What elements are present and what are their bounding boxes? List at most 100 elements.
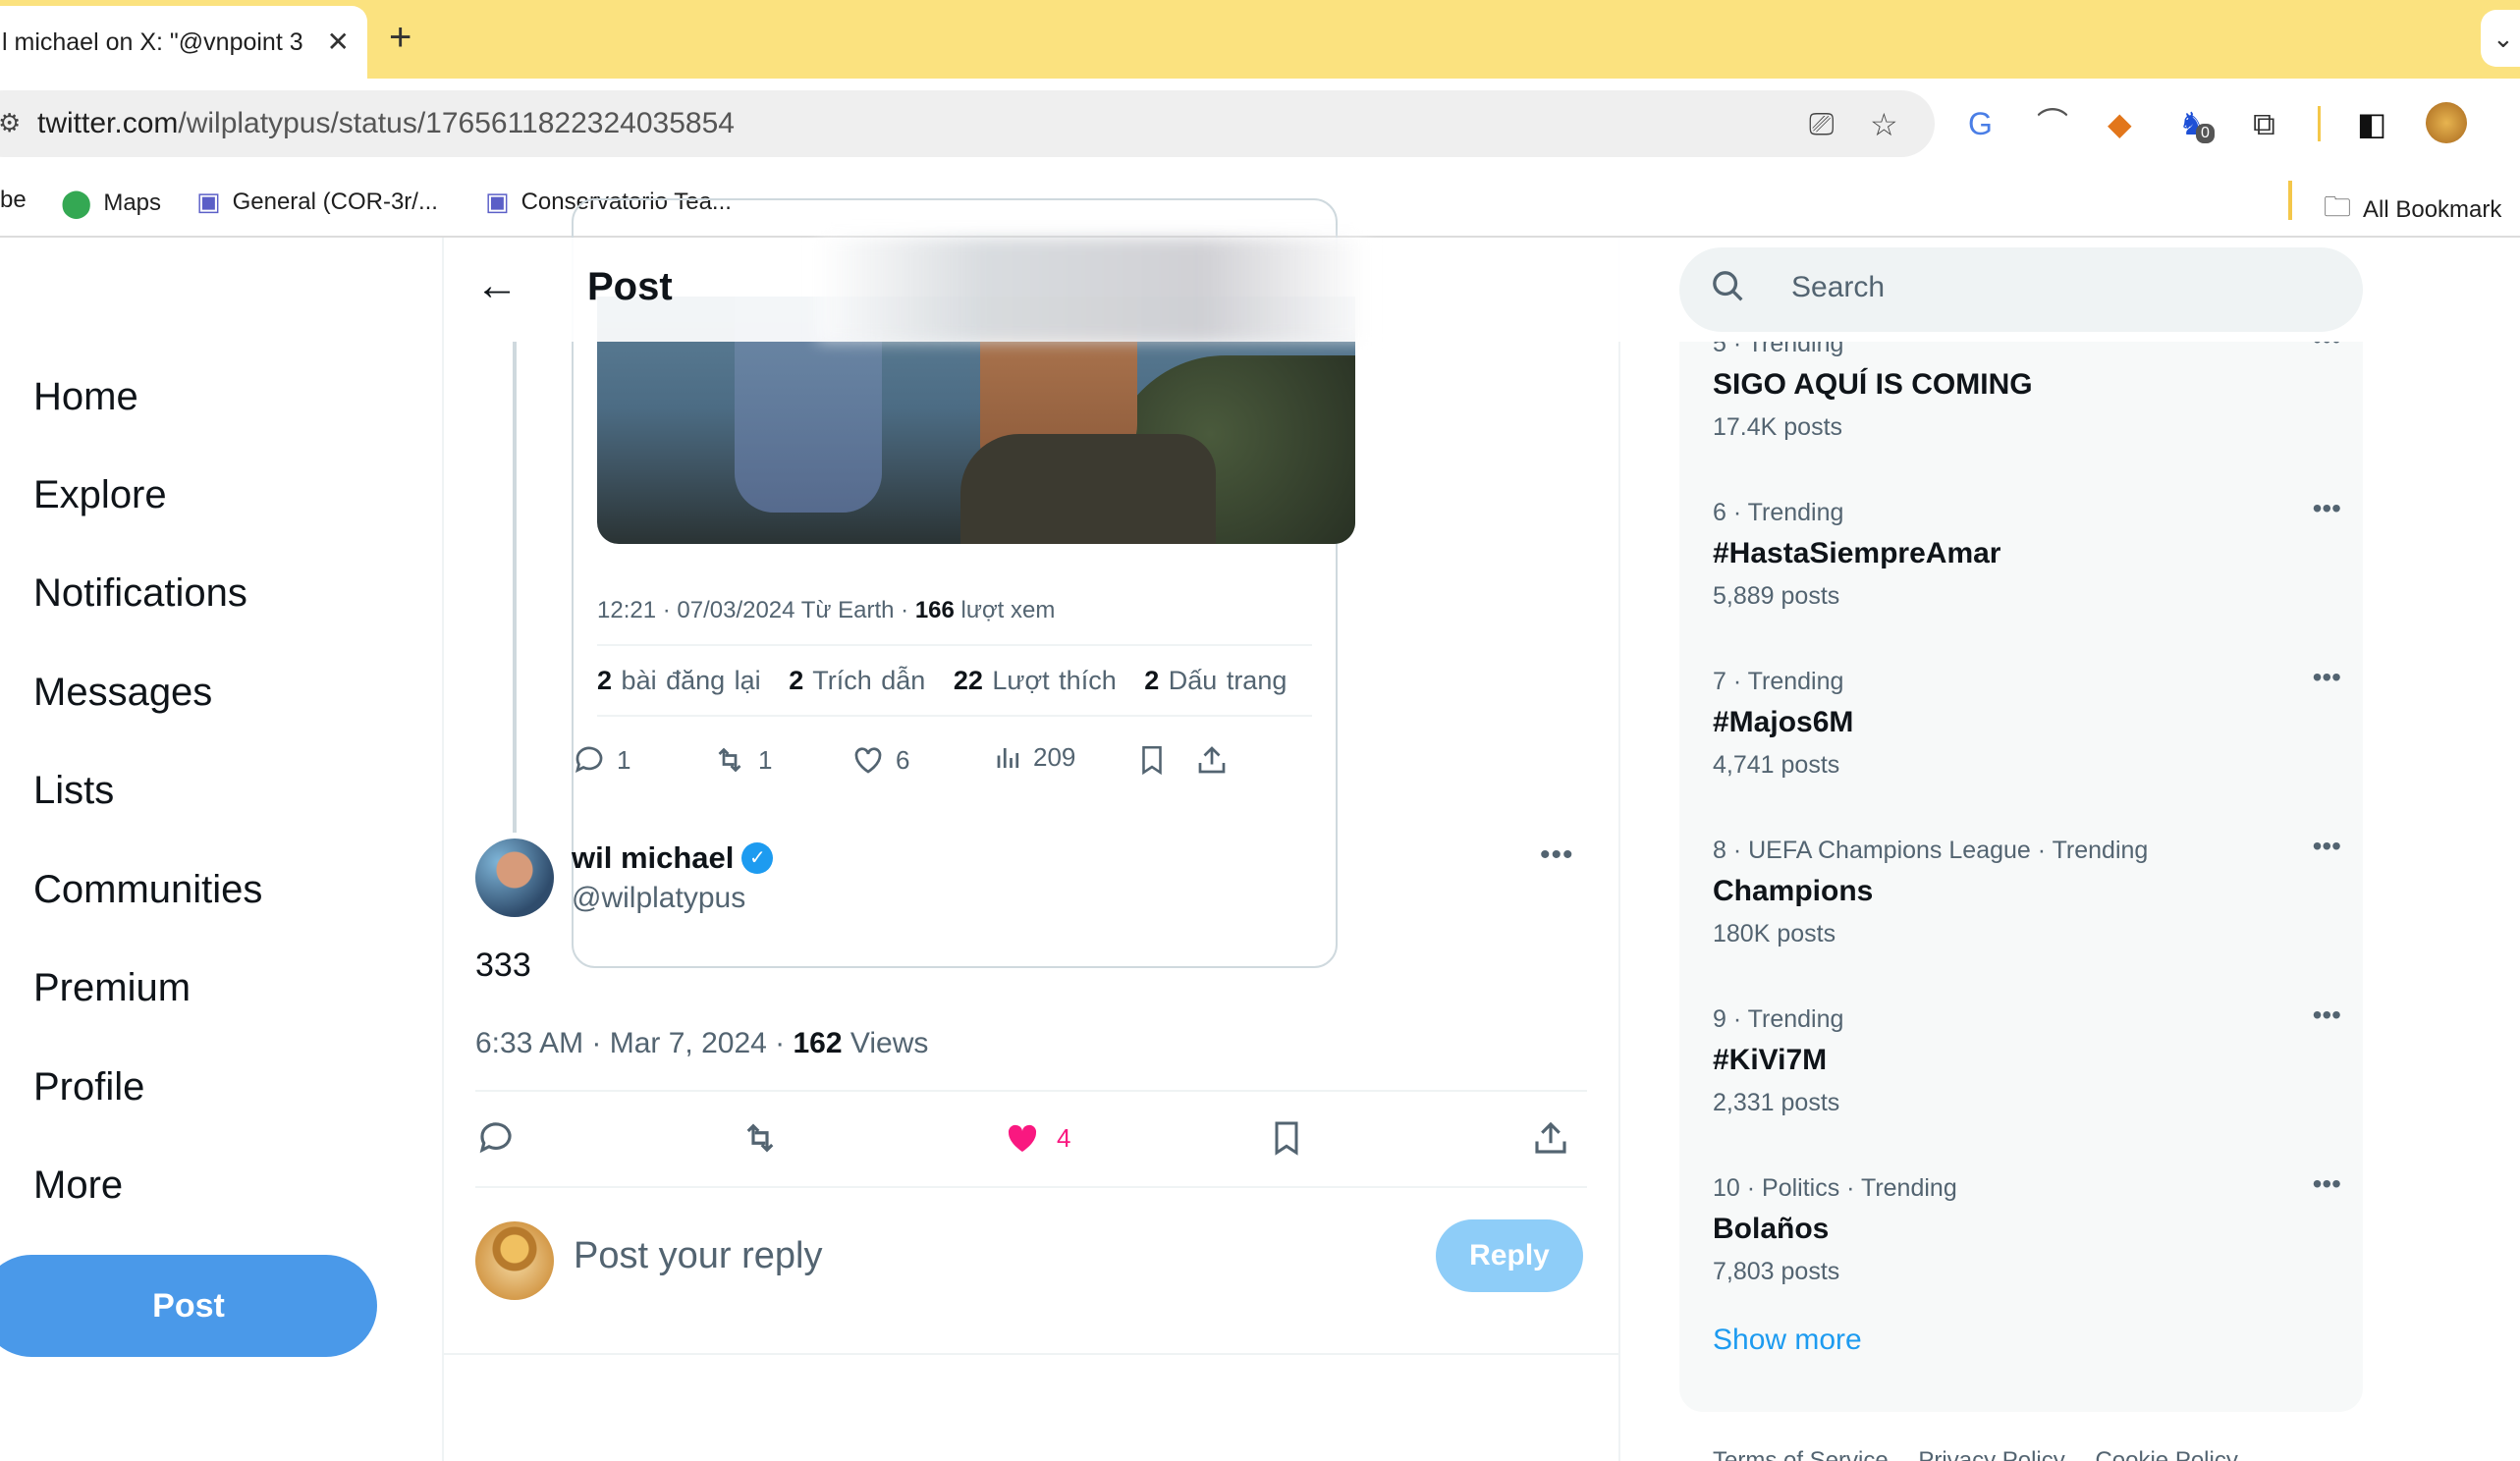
maps-pin-icon: ⬤ <box>61 188 92 218</box>
nav-lists[interactable]: Lists <box>33 769 114 813</box>
heart-outline-icon <box>854 747 882 774</box>
parent-post-actions: 1 1 6 209 <box>572 742 1632 791</box>
metamask-fox-icon[interactable]: ◆ <box>2108 104 2132 143</box>
trend-post-count: 4,741 posts <box>1713 751 1840 779</box>
reply-submit-button[interactable]: Reply <box>1436 1219 1583 1292</box>
nav-premium[interactable]: Premium <box>33 966 191 1010</box>
share-action[interactable] <box>1194 742 1230 778</box>
extension-badge: 0 <box>2196 124 2215 143</box>
bookmark-action[interactable] <box>1135 742 1169 778</box>
post-button[interactable]: Post <box>0 1255 377 1357</box>
trend-context: 6 · Trending <box>1713 499 1844 526</box>
stat-quotes[interactable]: 2 Trích dẫn <box>789 666 925 695</box>
extensions-puzzle-icon[interactable]: ⧉ <box>2253 104 2275 143</box>
trend-more-icon[interactable]: ••• <box>2313 1000 2341 1031</box>
trend-item[interactable]: 7 · Trending #Majos6M 4,741 posts ••• <box>1713 662 2341 780</box>
tab-search-button[interactable]: ⌄ <box>2481 10 2520 67</box>
trend-item[interactable]: 6 · Trending #HastaSiempreAmar 5,889 pos… <box>1713 493 2341 611</box>
quoted-post-meta: 12:21 · 07/03/2024 Từ Earth · 166 lượt x… <box>597 597 1056 623</box>
share-button[interactable] <box>1530 1117 1571 1159</box>
nav-messages[interactable]: Messages <box>33 671 212 715</box>
side-panel-icon[interactable]: ◧ <box>2357 104 2386 143</box>
repost-icon <box>746 1123 774 1153</box>
stat-reposts[interactable]: 2 bài đăng lại <box>597 666 761 695</box>
reply-icon <box>575 746 603 774</box>
footer-link[interactable]: Terms of Service <box>1713 1447 1889 1461</box>
profile-avatar-icon[interactable] <box>2426 102 2467 143</box>
new-tab-icon[interactable]: + <box>389 18 411 57</box>
arc-extension-icon[interactable]: ⌒ <box>2037 104 2068 143</box>
trend-item[interactable]: 8 · UEFA Champions League · Trending Cha… <box>1713 831 2341 948</box>
nav-home[interactable]: Home <box>33 375 138 419</box>
teams-icon: ▣ <box>485 187 510 216</box>
trend-name: Bolaños <box>1713 1213 1830 1245</box>
trend-name: #HastaSiempreAmar <box>1713 537 2001 569</box>
nav-explore[interactable]: Explore <box>33 473 167 517</box>
repost-action[interactable]: 1 <box>711 742 772 778</box>
main-column: ← Post 12:21 · 07/03/2024 Từ Earth · 166… <box>444 198 1620 1461</box>
trend-more-icon[interactable]: ••• <box>2313 831 2341 862</box>
bookmark-item[interactable]: be <box>0 187 27 214</box>
footer-link[interactable]: Privacy Policy <box>1918 1447 2064 1461</box>
bookmark-maps[interactable]: ⬤ Maps <box>61 187 161 219</box>
trend-context: 8 · UEFA Champions League · Trending <box>1713 837 2149 864</box>
google-translate-icon[interactable]: G <box>1968 104 1993 143</box>
author-handle[interactable]: @wilplatypus <box>572 882 745 915</box>
thread-connector <box>513 342 517 833</box>
stat-likes[interactable]: 22 Lượt thích <box>954 666 1117 695</box>
trends-panel: 5 · Trending SIGO AQUÍ IS COMING 17.4K p… <box>1679 342 2363 1412</box>
trend-more-icon[interactable]: ••• <box>2313 1168 2341 1200</box>
views-action[interactable]: 209 <box>994 742 1075 773</box>
trend-more-icon[interactable]: ••• <box>2313 342 2341 355</box>
nav-communities[interactable]: Communities <box>33 868 262 912</box>
repost-button[interactable] <box>739 1117 782 1159</box>
bookmarks-divider <box>2288 181 2292 220</box>
search-box[interactable] <box>1679 247 2363 332</box>
bookmark-button[interactable] <box>1267 1117 1306 1159</box>
toolbar-divider <box>2318 106 2321 141</box>
back-arrow-icon[interactable]: ← <box>475 261 519 310</box>
left-navigation: Home Explore Notifications Messages List… <box>0 238 444 1461</box>
divider <box>597 715 1312 717</box>
user-avatar[interactable] <box>475 1221 554 1300</box>
close-tab-icon[interactable]: ✕ <box>327 26 350 58</box>
trend-more-icon[interactable]: ••• <box>2313 493 2341 524</box>
author-name[interactable]: wil michael ✓ <box>572 840 774 876</box>
chevron-down-icon: ⌄ <box>2493 24 2514 53</box>
nav-notifications[interactable]: Notifications <box>33 571 247 616</box>
trend-more-icon[interactable]: ••• <box>2313 662 2341 693</box>
stat-bookmarks[interactable]: 2 Dấu trang <box>1144 666 1287 695</box>
address-bar[interactable]: ⚙ twitter.com/wilplatypus/status/1765611… <box>0 90 1935 157</box>
bookmark-star-icon[interactable]: ☆ <box>1870 106 1898 143</box>
trend-item[interactable]: 10 · Politics · Trending Bolaños 7,803 p… <box>1713 1168 2341 1286</box>
site-info-icon[interactable]: ⚙ <box>0 108 21 138</box>
like-button[interactable]: 4 <box>1002 1117 1070 1159</box>
search-input[interactable] <box>1791 271 2322 304</box>
nav-more[interactable]: More <box>33 1163 123 1208</box>
twitter-page: Home Explore Notifications Messages List… <box>0 198 2520 1461</box>
url-text[interactable]: twitter.com/wilplatypus/status/176561182… <box>37 107 735 140</box>
reply-icon <box>479 1122 512 1154</box>
share-icon <box>1198 746 1226 774</box>
trend-item[interactable]: 5 · Trending SIGO AQUÍ IS COMING 17.4K p… <box>1713 342 2341 442</box>
more-options-icon[interactable]: ••• <box>1540 839 1574 872</box>
browser-menu-icon[interactable]: ⋮ <box>2506 104 2520 143</box>
bookmark-general[interactable]: ▣ General (COR-3r/... <box>196 187 438 217</box>
install-app-icon[interactable]: ⎚ <box>1809 106 1835 143</box>
footer-link[interactable]: Cookie Policy <box>2095 1447 2237 1461</box>
image-rock <box>960 434 1216 544</box>
browser-toolbar: ⚙ twitter.com/wilplatypus/status/1765611… <box>0 79 2520 169</box>
reply-button[interactable] <box>475 1117 517 1159</box>
author-avatar[interactable] <box>475 839 554 917</box>
divider <box>444 1353 1620 1355</box>
all-bookmarks[interactable]: 🗀 All Bookmark <box>2324 187 2501 234</box>
page-title: Post <box>587 265 673 308</box>
show-more-link[interactable]: Show more <box>1713 1324 1862 1357</box>
like-action[interactable]: 6 <box>850 742 909 778</box>
shield-extension-icon[interactable]: ♞ 0 <box>2178 104 2215 143</box>
trend-item[interactable]: 9 · Trending #KiVi7M 2,331 posts ••• <box>1713 1000 2341 1117</box>
reply-action[interactable]: 1 <box>572 742 630 778</box>
browser-tab-active[interactable]: l michael on X: "@vnpoint 3 ✕ <box>0 6 367 79</box>
nav-profile[interactable]: Profile <box>33 1065 144 1109</box>
reply-input[interactable] <box>574 1235 1163 1277</box>
